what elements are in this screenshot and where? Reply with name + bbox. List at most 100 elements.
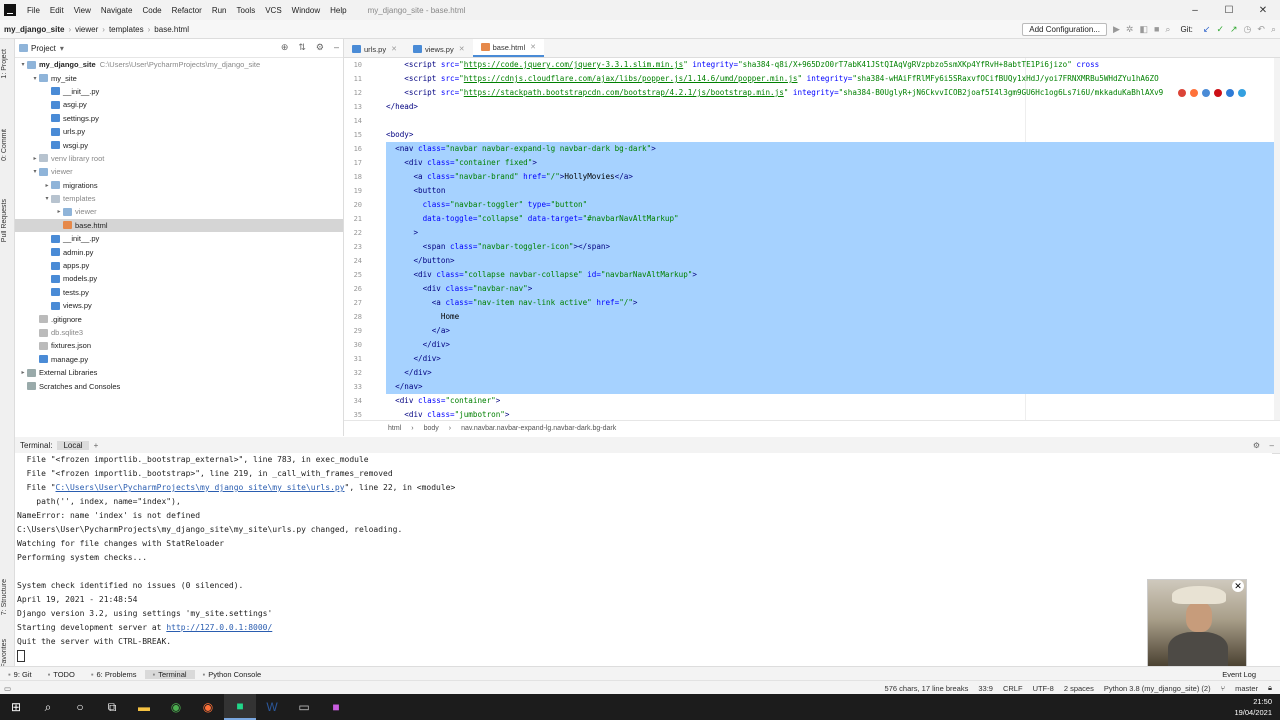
- status-encoding[interactable]: UTF-8: [1033, 684, 1054, 693]
- run-icon[interactable]: ▶: [1113, 24, 1120, 35]
- chevron-down-icon[interactable]: ▾: [31, 75, 39, 82]
- firefox-icon[interactable]: ◉: [192, 694, 224, 720]
- tree-item[interactable]: urls.py: [15, 125, 343, 138]
- code-line[interactable]: 17 <div class="container fixed">: [354, 156, 1276, 170]
- code-line[interactable]: 15 <body>: [354, 128, 1276, 142]
- tree-item[interactable]: ▸ External Libraries: [15, 366, 343, 379]
- hide-icon[interactable]: –: [334, 42, 339, 53]
- tree-item[interactable]: .gitignore: [15, 312, 343, 325]
- menu-refactor[interactable]: Refactor: [167, 6, 207, 15]
- chevron-right-icon[interactable]: ▸: [19, 369, 27, 376]
- notes-icon[interactable]: ▭: [288, 694, 320, 720]
- chevron-down-icon[interactable]: ▾: [19, 61, 27, 68]
- tool-window-python-console[interactable]: ▪ Python Console: [195, 670, 270, 679]
- tree-item[interactable]: asgi.py: [15, 98, 343, 111]
- rollback-icon[interactable]: ↶: [1257, 24, 1265, 35]
- menu-help[interactable]: Help: [325, 6, 351, 15]
- tree-item[interactable]: Scratches and Consoles: [15, 379, 343, 392]
- tree-item[interactable]: ▸ viewer: [15, 205, 343, 218]
- new-session-icon[interactable]: +: [89, 441, 104, 450]
- code-line[interactable]: 22 >: [354, 226, 1276, 240]
- debug-icon[interactable]: ✲: [1126, 24, 1134, 35]
- code-line[interactable]: 29 </a>: [354, 324, 1276, 338]
- code-line[interactable]: 25 <div class="collapse navbar-collapse"…: [354, 268, 1276, 282]
- code-line[interactable]: 18 <a class="navbar-brand" href="/">Holl…: [354, 170, 1276, 184]
- tree-item[interactable]: models.py: [15, 272, 343, 285]
- maximize-icon[interactable]: ☐: [1212, 0, 1246, 20]
- word-icon[interactable]: W: [256, 694, 288, 720]
- terminal-output[interactable]: File "<frozen importlib._bootstrap_exter…: [15, 453, 1272, 665]
- menu-edit[interactable]: Edit: [45, 6, 69, 15]
- chevron-right-icon[interactable]: ▸: [43, 182, 51, 189]
- collapse-all-icon[interactable]: ⇅: [298, 42, 306, 53]
- editor-breadcrumb-item[interactable]: html: [388, 425, 401, 432]
- search-icon[interactable]: ⌕: [32, 694, 64, 720]
- tree-item[interactable]: ▸ migrations: [15, 179, 343, 192]
- tree-item[interactable]: manage.py: [15, 353, 343, 366]
- tree-item[interactable]: views.py: [15, 299, 343, 312]
- tree-item[interactable]: ▾ viewer: [15, 165, 343, 178]
- editor-breadcrumb-item[interactable]: nav.navbar.navbar-expand-lg.navbar-dark.…: [461, 425, 616, 432]
- code-line[interactable]: 32 </div>: [354, 366, 1276, 380]
- recorder-icon[interactable]: ■: [320, 694, 352, 720]
- opera-icon[interactable]: [1214, 89, 1222, 97]
- event-log-button[interactable]: Event Log: [1214, 670, 1264, 679]
- edge-icon[interactable]: [1238, 89, 1246, 97]
- gear-icon[interactable]: ⚙: [1253, 441, 1260, 450]
- status-branch[interactable]: master: [1235, 684, 1258, 693]
- coverage-icon[interactable]: ◧: [1139, 24, 1148, 35]
- structure-tool-tab[interactable]: 7: Structure: [1, 579, 8, 615]
- close-icon[interactable]: ✕: [1232, 580, 1244, 592]
- hide-icon[interactable]: –: [1270, 441, 1274, 450]
- menu-vcs[interactable]: VCS: [260, 6, 286, 15]
- task-view-icon[interactable]: ⧉: [96, 694, 128, 720]
- status-line-separator[interactable]: CRLF: [1003, 684, 1023, 693]
- menu-tools[interactable]: Tools: [232, 6, 261, 15]
- menu-window[interactable]: Window: [287, 6, 325, 15]
- server-url-link[interactable]: http://127.0.0.1:8000/: [166, 623, 272, 632]
- minimize-icon[interactable]: –: [1178, 0, 1212, 20]
- editor-tab[interactable]: urls.py ✕: [344, 41, 405, 57]
- code-view[interactable]: 10 <script src="https://code.jquery.com/…: [354, 58, 1276, 420]
- breadcrumb-project[interactable]: my_django_site: [0, 25, 68, 34]
- history-icon[interactable]: ◷: [1244, 24, 1252, 35]
- chevron-down-icon[interactable]: ▾: [31, 168, 39, 175]
- chevron-right-icon[interactable]: ▸: [55, 208, 63, 215]
- terminal-prompt[interactable]: [15, 649, 1272, 663]
- pull-requests-tool-tab[interactable]: Pull Requests: [1, 199, 8, 242]
- lock-icon[interactable]: 🔒︎: [1268, 683, 1272, 693]
- search-everywhere-icon[interactable]: ⌕: [1271, 24, 1276, 35]
- menu-run[interactable]: Run: [207, 6, 232, 15]
- tool-window-terminal[interactable]: ▪ Terminal: [144, 669, 195, 679]
- taskbar-clock[interactable]: 21:50 19/04/2021: [1234, 696, 1272, 718]
- code-line[interactable]: 30 </div>: [354, 338, 1276, 352]
- stop-icon[interactable]: ■: [1154, 24, 1159, 34]
- breadcrumb-file[interactable]: base.html: [150, 25, 193, 34]
- commit-tool-tab[interactable]: 0: Commit: [1, 129, 8, 161]
- chevron-down-icon[interactable]: ▾: [60, 44, 64, 53]
- menu-code[interactable]: Code: [137, 6, 166, 15]
- tree-item[interactable]: ▸ venv library root: [15, 152, 343, 165]
- windows-start-icon[interactable]: ⊞: [0, 694, 32, 720]
- terminal-tab-local[interactable]: Local: [57, 440, 89, 450]
- git-push-icon[interactable]: ↗: [1230, 24, 1238, 35]
- code-line[interactable]: 24 </button>: [354, 254, 1276, 268]
- tree-item[interactable]: __init__.py: [15, 85, 343, 98]
- cortana-icon[interactable]: ○: [64, 694, 96, 720]
- tree-item[interactable]: fixtures.json: [15, 339, 343, 352]
- menu-navigate[interactable]: Navigate: [96, 6, 138, 15]
- chevron-down-icon[interactable]: ▾: [43, 195, 51, 202]
- code-line[interactable]: 20 class="navbar-toggler" type="button": [354, 198, 1276, 212]
- safari-icon[interactable]: [1202, 89, 1210, 97]
- tool-window-problems[interactable]: ▪ 6: Problems: [83, 670, 145, 679]
- tree-item[interactable]: ▾ my_django_site C:\Users\User\PycharmProj…: [15, 58, 343, 71]
- code-line[interactable]: 28 Home: [354, 310, 1276, 324]
- project-panel-title[interactable]: Project: [31, 44, 56, 53]
- tree-item[interactable]: db.sqlite3: [15, 326, 343, 339]
- code-line[interactable]: 31 </div>: [354, 352, 1276, 366]
- close-icon[interactable]: ✕: [530, 43, 536, 51]
- ie-icon[interactable]: [1226, 89, 1234, 97]
- tree-item[interactable]: tests.py: [15, 286, 343, 299]
- close-icon[interactable]: ✕: [459, 45, 465, 53]
- tree-item[interactable]: base.html: [15, 218, 343, 233]
